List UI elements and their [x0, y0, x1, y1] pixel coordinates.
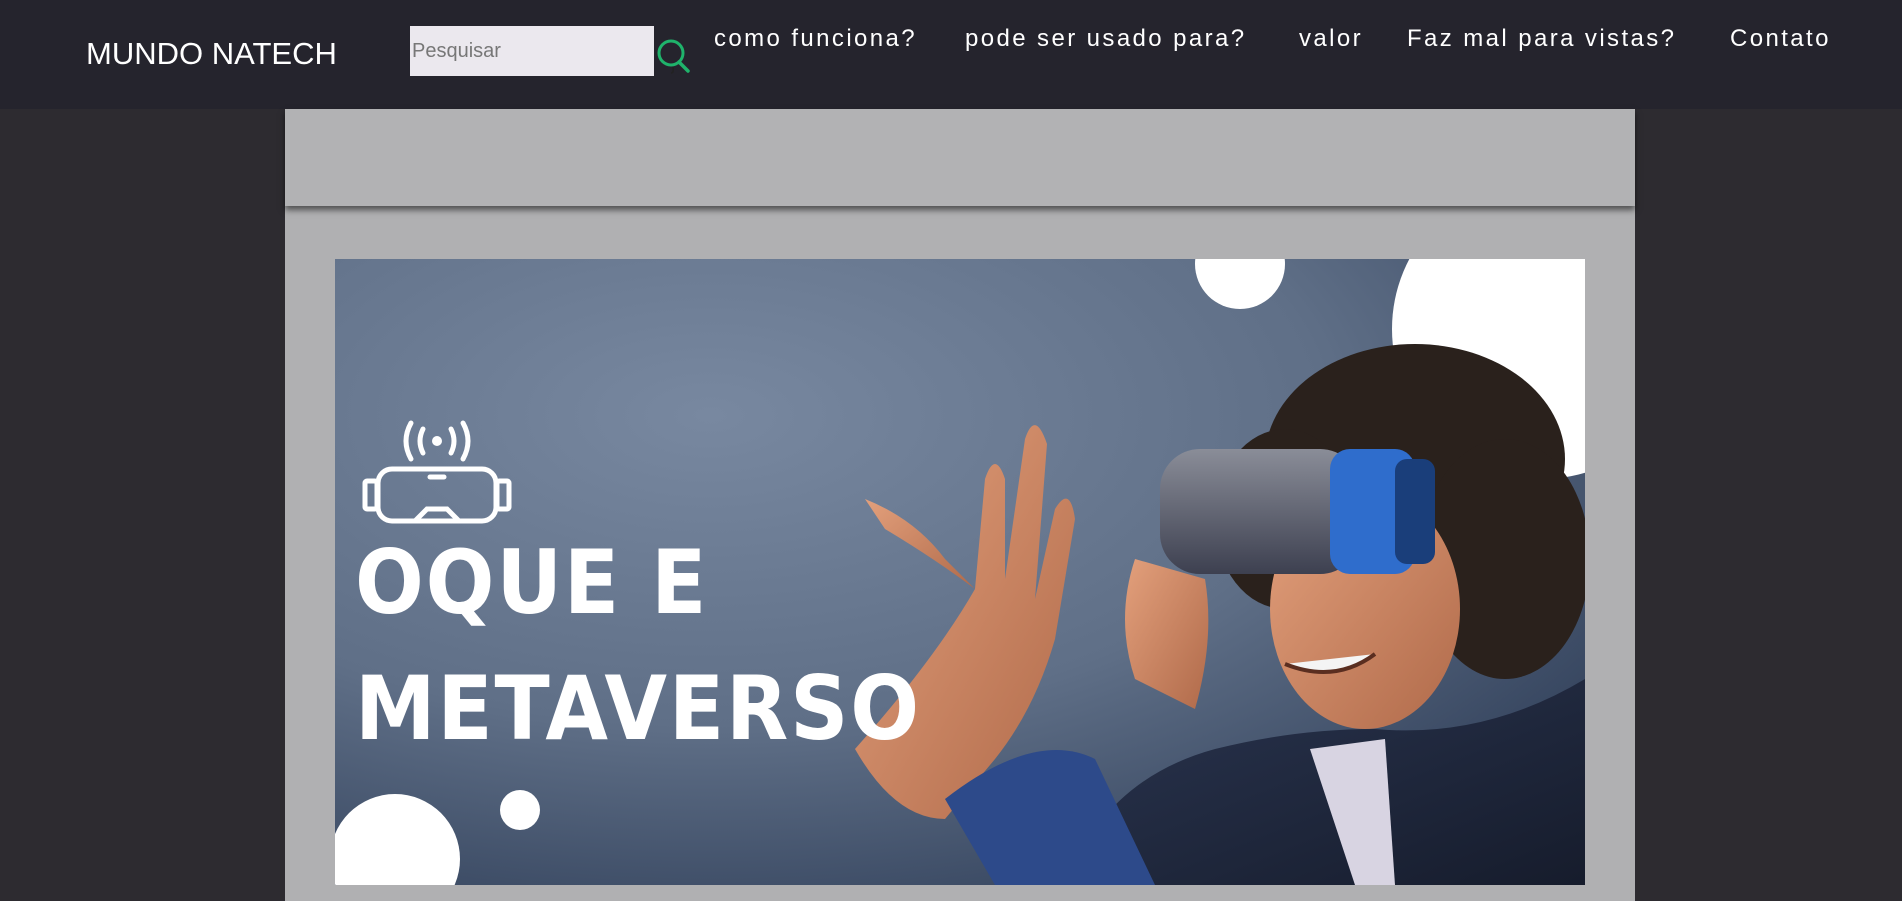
nav-valor[interactable]: valor [1299, 25, 1363, 53]
main-nav: como funciona? pode ser usado para? valo… [0, 25, 1902, 55]
content-panel: OQUE E METAVERSO [285, 109, 1635, 901]
nav-pode-ser-usado[interactable]: pode ser usado para? [965, 25, 1247, 53]
top-navbar: MUNDO NATECH como funciona? pode ser usa… [0, 0, 1902, 109]
banner-title-line-2: METAVERSO [355, 657, 921, 760]
nav-contato[interactable]: Contato [1730, 25, 1831, 53]
hero-banner: OQUE E METAVERSO [335, 259, 1585, 885]
panel-header-strip [285, 109, 1635, 206]
banner-title-line-1: OQUE E [355, 531, 709, 634]
nav-como-funciona[interactable]: como funciona? [714, 25, 917, 53]
nav-faz-mal[interactable]: Faz mal para vistas? [1407, 25, 1676, 53]
